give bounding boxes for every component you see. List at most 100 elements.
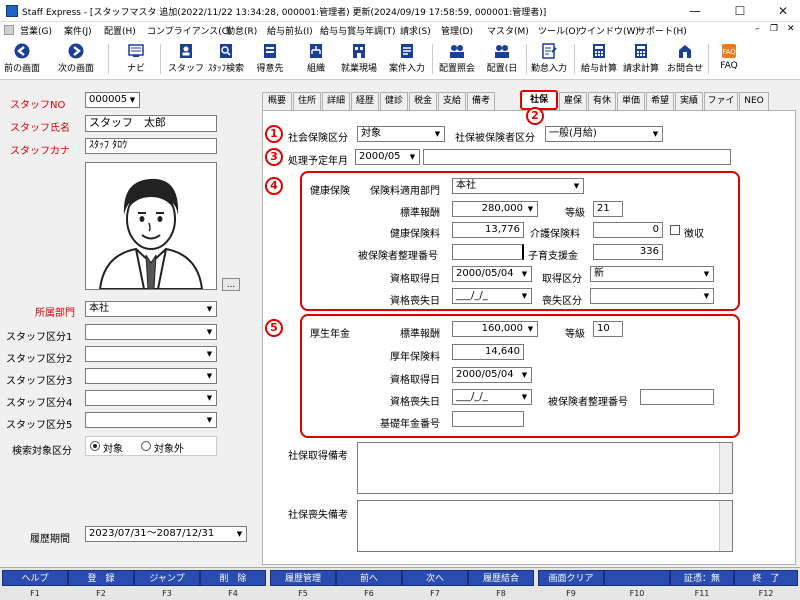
menu-window[interactable]: ウインドウ(W): [578, 24, 639, 37]
staff-button[interactable]: スタッフ: [168, 40, 204, 78]
maximize-button[interactable]: ☐: [725, 2, 755, 20]
menu-eigyo[interactable]: 営業(G): [20, 24, 52, 37]
f11-evidence-button[interactable]: 証憑：無: [670, 570, 734, 586]
scheduled-select[interactable]: 2000/05 ▼: [355, 149, 420, 165]
f3-jump-button[interactable]: ジャンプ: [134, 570, 200, 586]
f5-history-button[interactable]: 履歴管理: [270, 570, 336, 586]
f2-register-button[interactable]: 登 録: [68, 570, 134, 586]
tab-shikyu[interactable]: 支給: [438, 92, 466, 110]
menu-seikyu[interactable]: 請求(S): [400, 24, 431, 37]
kenko-premium-input[interactable]: 13,776: [452, 222, 524, 238]
tab-tanka[interactable]: 単価: [617, 92, 645, 110]
worksite-button[interactable]: 就業現場: [338, 40, 380, 78]
staff-name-input[interactable]: スタッフ 太郎: [85, 115, 217, 132]
insured-kubun-select[interactable]: 一般(月給) ▼: [545, 126, 663, 142]
minimize-button[interactable]: —: [680, 2, 710, 20]
lose-remarks-scrollbar[interactable]: [719, 501, 732, 551]
kosei-acquire-select[interactable]: 2000/05/04 ▼: [452, 367, 532, 383]
acquire-kubun-select[interactable]: 新 ▼: [590, 266, 714, 282]
search-target-off-radio[interactable]: [141, 441, 151, 451]
f7-next-button[interactable]: 次へ: [402, 570, 468, 586]
child-support-input[interactable]: 336: [593, 244, 663, 260]
f6-prev-button[interactable]: 前へ: [336, 570, 402, 586]
acquire-remarks-scrollbar[interactable]: [719, 443, 732, 493]
f1-help-button[interactable]: ヘルプ: [2, 570, 68, 586]
f10-button[interactable]: [604, 570, 670, 586]
staff-category-4-select[interactable]: ▼: [85, 390, 217, 406]
billing-button[interactable]: 請求計算: [620, 40, 662, 78]
tab-file[interactable]: ファイル: [704, 92, 738, 123]
f4-delete-button[interactable]: 削 除: [200, 570, 266, 586]
f8-merge-button[interactable]: 履歴結合: [468, 570, 534, 586]
menu-support[interactable]: サポート(H): [637, 24, 687, 37]
menu-master[interactable]: マスタ(M): [487, 24, 529, 37]
menu-kanri[interactable]: 管理(D): [441, 24, 473, 37]
menu-kyuyo[interactable]: 給与与賞与年調(T): [320, 24, 396, 37]
staff-search-button[interactable]: ｽﾀｯﾌ検索: [206, 40, 246, 78]
kenko-lose-select[interactable]: ___/_/_ ▼: [452, 288, 532, 304]
tab-jusho[interactable]: 住所: [293, 92, 321, 110]
dept-select[interactable]: 本社 ▼: [85, 301, 217, 317]
kosei-std-select[interactable]: 160,000 ▼: [452, 321, 538, 337]
kosei-premium-input[interactable]: 14,640: [452, 344, 524, 360]
lose-kubun-select[interactable]: ▼: [590, 288, 714, 304]
attendance-button[interactable]: 勤怠入力: [528, 40, 570, 78]
search-target-on-radio[interactable]: [90, 441, 100, 451]
tab-keireki[interactable]: 経歴: [351, 92, 379, 110]
mdi-close-button[interactable]: ✕: [787, 24, 795, 34]
menu-maebarai[interactable]: 給与前払(I): [267, 24, 313, 37]
f9-clear-button[interactable]: 画面クリア: [538, 570, 604, 586]
kenko-dept-select[interactable]: 本社 ▼: [452, 178, 584, 194]
inquiry-button[interactable]: お問合せ: [664, 40, 706, 78]
placement-query-button[interactable]: 配置照会: [436, 40, 478, 78]
case-input-button[interactable]: 案件入力: [386, 40, 428, 78]
payroll-button[interactable]: 給与計算: [578, 40, 620, 78]
staff-category-3-select[interactable]: ▼: [85, 368, 217, 384]
kosei-insured-no-input[interactable]: [640, 389, 714, 405]
menu-tool[interactable]: ツール(O): [538, 24, 579, 37]
navi-button[interactable]: ナビ: [118, 40, 154, 78]
org-button[interactable]: 組織: [298, 40, 334, 78]
menu-compliance[interactable]: コンプライアンス(C): [147, 24, 232, 37]
care-premium-input[interactable]: 0: [593, 222, 663, 238]
scheduled-note-input[interactable]: [423, 149, 731, 165]
menu-anken[interactable]: 案件(J): [64, 24, 92, 37]
pension-no-input[interactable]: [452, 411, 524, 427]
menu-kintai[interactable]: 勤怠(R): [226, 24, 257, 37]
tab-gaiyo[interactable]: 概要: [262, 92, 292, 110]
kosei-grade-input[interactable]: 10: [593, 321, 623, 337]
document-icon[interactable]: [4, 25, 14, 35]
close-button[interactable]: ✕: [768, 2, 798, 20]
shaho-kubun-select[interactable]: 対象 ▼: [357, 126, 445, 142]
history-select[interactable]: 2023/07/31～2087/12/31 ▼: [85, 526, 247, 542]
kenko-std-select[interactable]: 280,000 ▼: [452, 201, 538, 217]
prev-screen-button[interactable]: 前の画面: [2, 40, 42, 78]
staff-no-select[interactable]: 000005 ▼: [85, 92, 140, 108]
kenko-acquire-select[interactable]: 2000/05/04 ▼: [452, 266, 532, 282]
staff-kana-input[interactable]: ｽﾀｯﾌ ﾀﾛｳ: [85, 138, 217, 154]
tab-neo[interactable]: NEO: [739, 92, 769, 110]
kenko-insured-no-input[interactable]: [452, 244, 524, 260]
kenko-grade-input[interactable]: 21: [593, 201, 623, 217]
photo-browse-button[interactable]: ...: [222, 278, 240, 291]
faq-button[interactable]: FAQ FAQ: [712, 40, 746, 78]
tab-biko[interactable]: 備考: [467, 92, 495, 110]
staff-category-2-select[interactable]: ▼: [85, 346, 217, 362]
staff-category-1-select[interactable]: ▼: [85, 324, 217, 340]
tab-kibo[interactable]: 希望: [646, 92, 674, 110]
tab-shosai[interactable]: 詳細: [322, 92, 350, 110]
tab-kenshin[interactable]: 健診: [380, 92, 408, 110]
placement-day-button[interactable]: 配置(日: [482, 40, 522, 78]
collect-checkbox[interactable]: [670, 225, 680, 235]
next-screen-button[interactable]: 次の画面: [52, 40, 100, 78]
client-button[interactable]: 得意先: [252, 40, 288, 78]
lose-remarks-textarea[interactable]: [357, 500, 733, 552]
mdi-restore-button[interactable]: ❐: [770, 24, 778, 34]
acquire-remarks-textarea[interactable]: [357, 442, 733, 494]
f12-exit-button[interactable]: 終 了: [734, 570, 798, 586]
menu-haichi[interactable]: 配置(H): [104, 24, 136, 37]
kosei-lose-select[interactable]: ___/_/_ ▼: [452, 389, 532, 405]
staff-category-5-select[interactable]: ▼: [85, 412, 217, 428]
tab-yukyu[interactable]: 有休: [588, 92, 616, 110]
tab-jisseki[interactable]: 実績: [675, 92, 703, 110]
